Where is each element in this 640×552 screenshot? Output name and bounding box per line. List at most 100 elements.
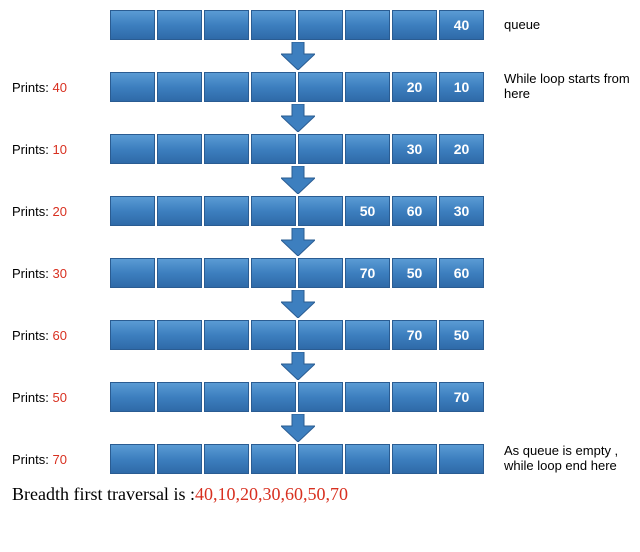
queue-cell	[204, 320, 249, 350]
prints-label: Prints: 30	[4, 266, 110, 281]
queue-cell	[298, 134, 343, 164]
queue-cell	[157, 382, 202, 412]
row-note: As queue is empty , while loop end here	[484, 444, 636, 474]
queue-cell	[204, 444, 249, 474]
arrow-row	[4, 42, 636, 70]
queue-cell	[298, 258, 343, 288]
queue-cell	[204, 258, 249, 288]
queue-cell	[110, 444, 155, 474]
prints-label: Prints: 10	[4, 142, 110, 157]
row-note: While loop starts from here	[484, 72, 636, 102]
result-values: 40,10,20,30,60,50,70	[195, 484, 348, 504]
queue-cell: 70	[439, 382, 484, 412]
queue-cell	[157, 72, 202, 102]
arrow-row	[4, 166, 636, 194]
result-line: Breadth first traversal is :40,10,20,30,…	[4, 476, 636, 505]
arrow-row	[4, 104, 636, 132]
queue-cell: 50	[345, 196, 390, 226]
queue-cell	[345, 72, 390, 102]
result-prefix: Breadth first traversal is :	[12, 484, 195, 504]
queue-cell	[204, 134, 249, 164]
prints-label: Prints: 40	[4, 80, 110, 95]
queue-cell	[251, 444, 296, 474]
queue-cell: 30	[439, 196, 484, 226]
queue-cell	[110, 382, 155, 412]
queue-cells: 70	[110, 382, 484, 412]
queue-cell	[251, 10, 296, 40]
queue-cell	[157, 10, 202, 40]
queue-diagram: 40queuePrints: 402010While loop starts f…	[4, 8, 636, 476]
queue-cell	[345, 320, 390, 350]
queue-cell	[204, 196, 249, 226]
queue-cell	[110, 320, 155, 350]
queue-cell	[110, 134, 155, 164]
queue-cell	[298, 320, 343, 350]
prints-word: Prints:	[12, 204, 49, 219]
queue-cell: 40	[439, 10, 484, 40]
down-arrow-icon	[110, 352, 485, 380]
queue-cell	[392, 382, 437, 412]
queue-cell	[204, 10, 249, 40]
queue-cell: 50	[439, 320, 484, 350]
arrow-row	[4, 228, 636, 256]
prints-word: Prints:	[12, 266, 49, 281]
queue-cell: 50	[392, 258, 437, 288]
prints-value: 40	[52, 80, 66, 95]
queue-cell	[204, 382, 249, 412]
queue-cells: 7050	[110, 320, 484, 350]
queue-cell	[204, 72, 249, 102]
queue-row: Prints: 20 506030	[4, 194, 636, 228]
queue-cells: 2010	[110, 72, 484, 102]
queue-cell: 20	[439, 134, 484, 164]
prints-value: 70	[52, 452, 66, 467]
queue-row: Prints: 402010While loop starts from her…	[4, 70, 636, 104]
queue-row: Prints: 103020	[4, 132, 636, 166]
queue-cell	[298, 72, 343, 102]
prints-word: Prints:	[12, 142, 49, 157]
queue-cells: 40	[110, 10, 484, 40]
queue-cell: 60	[392, 196, 437, 226]
prints-label: Prints: 70	[4, 452, 110, 467]
queue-cell	[345, 382, 390, 412]
queue-cell	[345, 10, 390, 40]
queue-cell: 70	[392, 320, 437, 350]
queue-cell	[157, 196, 202, 226]
prints-word: Prints:	[12, 452, 49, 467]
queue-cell	[157, 134, 202, 164]
queue-cell	[392, 10, 437, 40]
prints-label: Prints: 50	[4, 390, 110, 405]
queue-cell	[251, 134, 296, 164]
down-arrow-icon	[110, 42, 485, 70]
queue-cell: 20	[392, 72, 437, 102]
queue-cells: 705060	[110, 258, 484, 288]
prints-word: Prints:	[12, 390, 49, 405]
queue-cell	[157, 444, 202, 474]
queue-cell: 30	[392, 134, 437, 164]
arrow-row	[4, 290, 636, 318]
prints-value: 60	[52, 328, 66, 343]
prints-value: 30	[52, 266, 66, 281]
queue-cell	[251, 258, 296, 288]
queue-cell	[345, 444, 390, 474]
prints-value: 50	[52, 390, 66, 405]
queue-row: Prints: 607050	[4, 318, 636, 352]
queue-cell	[439, 444, 484, 474]
prints-value: 10	[52, 142, 66, 157]
queue-cell: 10	[439, 72, 484, 102]
down-arrow-icon	[110, 228, 485, 256]
queue-cells: 3020	[110, 134, 484, 164]
queue-cell	[298, 444, 343, 474]
queue-cell	[392, 444, 437, 474]
queue-cell	[345, 134, 390, 164]
queue-cell	[157, 320, 202, 350]
down-arrow-icon	[110, 166, 485, 194]
queue-row: Prints: 30705060	[4, 256, 636, 290]
queue-cell: 70	[345, 258, 390, 288]
prints-value: 20	[52, 204, 66, 219]
arrow-row	[4, 414, 636, 442]
queue-cell	[110, 10, 155, 40]
queue-row: Prints: 50 70	[4, 380, 636, 414]
row-note: queue	[484, 18, 636, 33]
queue-cell	[251, 72, 296, 102]
queue-row: 40queue	[4, 8, 636, 42]
